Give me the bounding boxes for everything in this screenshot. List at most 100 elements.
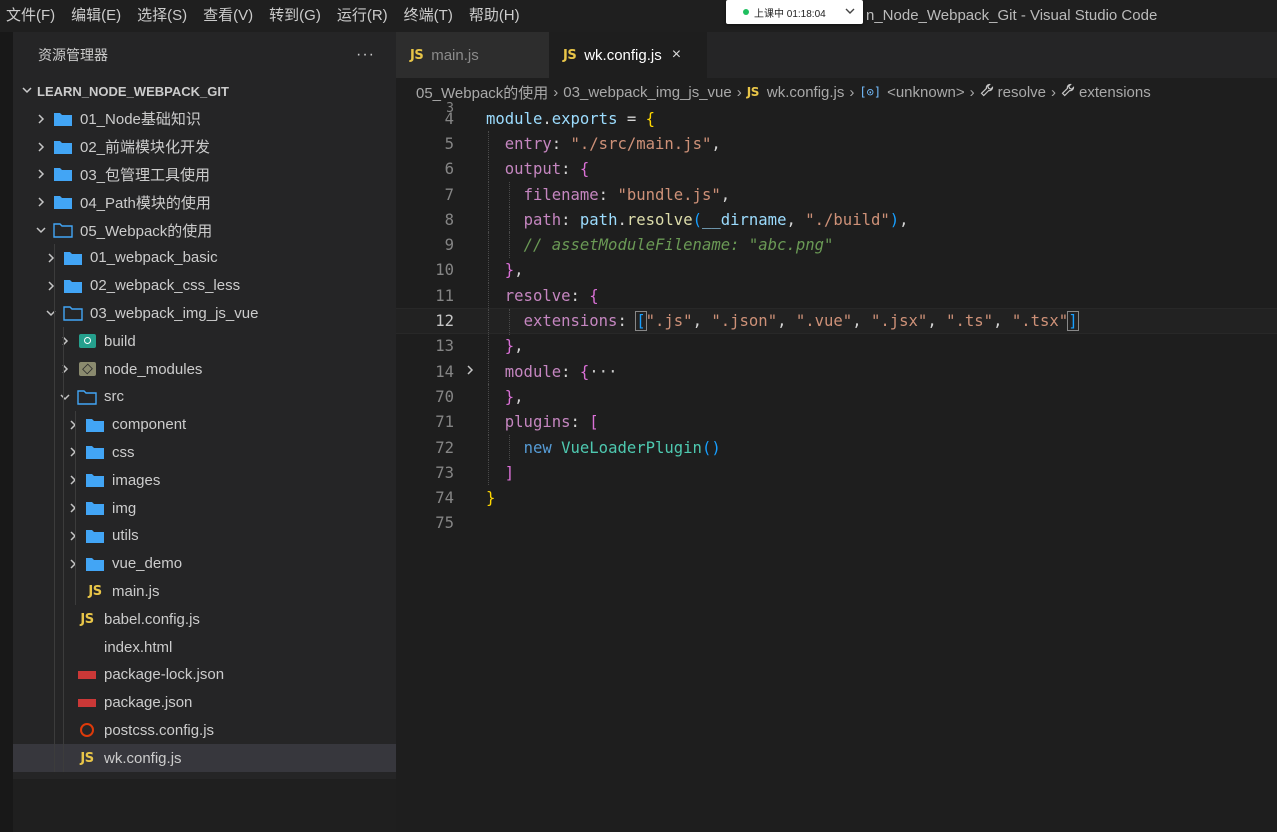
code-line[interactable]: 72 new VueLoaderPlugin() bbox=[396, 434, 1277, 461]
chevron-right-icon bbox=[33, 113, 49, 125]
code-token: [ bbox=[635, 311, 647, 332]
code-line[interactable]: 13 }, bbox=[396, 333, 1277, 359]
code-editor[interactable]: 3 4 module.exports = {5 entry: "./src/mai… bbox=[396, 102, 1277, 536]
menu-item[interactable]: 查看(V) bbox=[195, 0, 261, 32]
code-token: output bbox=[504, 160, 562, 179]
tree-item-label: package-lock.json bbox=[104, 666, 225, 684]
code-token: exports bbox=[551, 109, 618, 128]
tree-folder-item[interactable]: img bbox=[13, 494, 396, 522]
tree-folder-item[interactable]: 02_webpack_css_less bbox=[13, 271, 396, 300]
tree-file-item[interactable]: package-lock.json bbox=[13, 660, 396, 689]
code-text: resolve: { bbox=[486, 287, 599, 305]
code-token: , bbox=[692, 312, 712, 331]
code-token: { bbox=[579, 160, 590, 179]
chevron-right-icon bbox=[43, 280, 59, 292]
tree-folder-item[interactable]: 05_Webpack的使用 bbox=[13, 216, 396, 244]
line-number: 70 bbox=[435, 387, 454, 406]
chevron-right-icon bbox=[57, 335, 73, 347]
code-token: } bbox=[504, 261, 515, 280]
tree-item-label: 02_前端模块化开发 bbox=[80, 139, 211, 157]
code-token: path bbox=[579, 210, 618, 229]
chevron-down-icon[interactable] bbox=[845, 5, 855, 19]
code-token: // assetModuleFilename: "abc.png" bbox=[523, 236, 834, 255]
menu-item[interactable]: 运行(R) bbox=[329, 0, 396, 32]
menu-item[interactable]: 帮助(H) bbox=[461, 0, 528, 32]
menu-item[interactable]: 终端(T) bbox=[396, 0, 461, 32]
code-line[interactable]: 73 ] bbox=[396, 460, 1277, 486]
code-token: ".ts" bbox=[946, 312, 994, 331]
tree-folder-item[interactable]: node_modules bbox=[13, 355, 396, 383]
code-token: __dirname bbox=[701, 210, 787, 229]
code-line[interactable]: 14 module: {··· bbox=[396, 358, 1277, 385]
tree-folder-item[interactable]: 01_webpack_basic bbox=[13, 243, 396, 272]
chevron-right-icon bbox=[33, 168, 49, 180]
code-line[interactable]: 11 resolve: { bbox=[396, 283, 1277, 309]
tree-file-item[interactable]: index.html bbox=[13, 633, 396, 661]
code-token: [ bbox=[589, 413, 599, 432]
tree-folder-item[interactable]: 01_Node基础知识 bbox=[13, 105, 396, 133]
tree-folder-item[interactable]: component bbox=[13, 410, 396, 439]
tab-wk-config-js[interactable]: JS wk.config.js × bbox=[549, 32, 707, 78]
tree-file-item[interactable]: package.json bbox=[13, 688, 396, 717]
code-line[interactable]: 5 entry: "./src/main.js", bbox=[396, 131, 1277, 157]
tree-folder-item[interactable]: 04_Path模块的使用 bbox=[13, 188, 396, 216]
recording-indicator[interactable]: 上课中 01:18:04 bbox=[726, 0, 863, 24]
recording-dot-icon bbox=[743, 9, 749, 15]
indent-guide bbox=[54, 716, 55, 745]
tree-item-label: vue_demo bbox=[112, 555, 183, 573]
code-token: : bbox=[561, 160, 580, 179]
code-line[interactable]: 9 // assetModuleFilename: "abc.png" bbox=[396, 232, 1277, 258]
tree-folder-item[interactable]: 03_包管理工具使用 bbox=[13, 161, 396, 189]
tab-main-js[interactable]: JS main.js bbox=[396, 32, 549, 78]
tree-folder-item[interactable]: 02_前端模块化开发 bbox=[13, 133, 396, 161]
fold-chevron-right-icon[interactable] bbox=[454, 364, 486, 380]
close-icon[interactable]: × bbox=[672, 46, 681, 64]
tree-item-label: img bbox=[112, 499, 137, 517]
tree-file-item[interactable]: postcss.config.js bbox=[13, 716, 396, 745]
tree-file-item[interactable]: JS wk.config.js bbox=[13, 744, 396, 773]
menu-item[interactable]: 文件(F) bbox=[0, 0, 63, 32]
code-line[interactable]: 74} bbox=[396, 485, 1277, 510]
node-modules-folder-icon bbox=[77, 361, 97, 377]
code-token: . bbox=[542, 109, 552, 128]
indent-guide bbox=[54, 577, 55, 606]
tree-item-label: css bbox=[112, 443, 135, 461]
tree-item-label: utils bbox=[112, 527, 139, 545]
code-line[interactable]: 75 bbox=[396, 511, 1277, 536]
code-text: }, bbox=[486, 337, 524, 355]
code-line[interactable]: 10 }, bbox=[396, 257, 1277, 284]
indent-guide bbox=[75, 494, 76, 522]
indent-guide bbox=[54, 382, 55, 411]
tree-folder-item[interactable]: images bbox=[13, 466, 396, 495]
code-line[interactable]: 12 extensions: [".js", ".json", ".vue", … bbox=[396, 308, 1277, 335]
tree-file-item[interactable]: JS babel.config.js bbox=[13, 605, 396, 634]
tree-folder-item[interactable]: src bbox=[13, 382, 396, 411]
code-line[interactable]: 4 module.exports = { bbox=[396, 106, 1277, 131]
code-line[interactable]: 8 path: path.resolve(__dirname, "./build… bbox=[396, 207, 1277, 233]
workspace-section-header[interactable]: LEARN_NODE_WEBPACK_GIT bbox=[13, 78, 396, 105]
code-token: resolve bbox=[504, 286, 571, 305]
line-number: 6 bbox=[444, 160, 454, 179]
code-token: , bbox=[786, 210, 806, 229]
tree-folder-item[interactable]: css bbox=[13, 438, 396, 467]
activity-bar bbox=[0, 32, 13, 832]
code-line[interactable]: 71 plugins: [ bbox=[396, 409, 1277, 435]
code-line[interactable]: 6 output: { bbox=[396, 156, 1277, 182]
code-line[interactable]: 70 }, bbox=[396, 384, 1277, 410]
line-number: 14 bbox=[435, 362, 454, 381]
menu-item[interactable]: 转到(G) bbox=[261, 0, 329, 32]
tree-folder-item[interactable]: utils bbox=[13, 521, 396, 550]
tree-item-label: component bbox=[112, 416, 187, 434]
more-actions-icon[interactable]: ··· bbox=[356, 46, 375, 64]
menu-item[interactable]: 选择(S) bbox=[129, 0, 195, 32]
tree-folder-item[interactable]: build bbox=[13, 327, 396, 356]
explorer-title: 资源管理器 bbox=[38, 47, 108, 63]
tree-file-item[interactable]: JS main.js bbox=[13, 577, 396, 606]
menu-item[interactable]: 编辑(E) bbox=[63, 0, 129, 32]
tabs-empty-area bbox=[707, 32, 1277, 78]
tree-folder-item[interactable]: vue_demo bbox=[13, 549, 396, 578]
code-line[interactable]: 7 filename: "bundle.js", bbox=[396, 181, 1277, 208]
tree-folder-item[interactable]: 03_webpack_img_js_vue bbox=[13, 299, 396, 328]
